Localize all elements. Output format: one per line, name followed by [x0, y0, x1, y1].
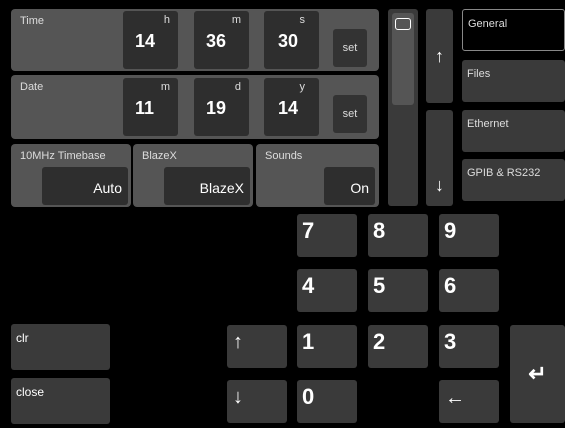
- key-2-label: 2: [373, 329, 386, 354]
- date-month-unit: m: [160, 81, 170, 93]
- arrow-down-icon: ↓: [233, 386, 243, 408]
- blazex-select[interactable]: BlazeX: [164, 167, 250, 205]
- time-panel: Time h 14 m 36 s 30 set: [11, 9, 379, 71]
- blazex-value: BlazeX: [199, 180, 244, 196]
- date-day-value: 19: [206, 98, 227, 118]
- date-year-unit: y: [299, 81, 306, 93]
- date-year-field[interactable]: y 14: [264, 78, 319, 136]
- seconds-field[interactable]: s 30: [264, 11, 319, 69]
- scroll-up-button[interactable]: ↑: [426, 9, 453, 103]
- key-8[interactable]: 8: [368, 214, 428, 257]
- nav-gpib-label: GPIB & RS232: [467, 167, 541, 179]
- key-7[interactable]: 7: [297, 214, 357, 257]
- sounds-panel: Sounds On: [256, 144, 379, 207]
- date-day-field[interactable]: d 19: [194, 78, 249, 136]
- key-4-label: 4: [302, 273, 315, 298]
- sounds-toggle[interactable]: On: [324, 167, 375, 205]
- key-8-label: 8: [373, 218, 386, 243]
- timebase-panel: 10MHz Timebase Auto: [11, 144, 131, 207]
- key-3-label: 3: [444, 329, 457, 354]
- key-1[interactable]: 1: [297, 325, 357, 368]
- time-label: Time: [20, 15, 45, 27]
- scroll-thumb[interactable]: [392, 13, 414, 105]
- date-panel: Date m 11 d 19 y 14 set: [11, 75, 379, 139]
- key-2[interactable]: 2: [368, 325, 428, 368]
- sounds-label: Sounds: [265, 150, 303, 162]
- sounds-value: On: [350, 180, 369, 196]
- backspace-button[interactable]: ←: [439, 380, 499, 423]
- key-6-label: 6: [444, 273, 457, 298]
- scroll-thumb-grip-icon: [395, 18, 411, 30]
- nav-ethernet-label: Ethernet: [467, 118, 509, 130]
- scroll-down-button[interactable]: ↓: [426, 110, 453, 206]
- blazex-label: BlazeX: [142, 150, 177, 162]
- nav-files[interactable]: Files: [462, 60, 565, 102]
- enter-icon: ↵: [528, 361, 547, 386]
- nav-files-label: Files: [467, 68, 491, 80]
- minutes-value: 36: [206, 31, 227, 51]
- minutes-unit: m: [231, 14, 241, 26]
- key-7-label: 7: [302, 218, 315, 243]
- key-0-label: 0: [302, 384, 315, 409]
- date-month-value: 11: [135, 98, 155, 118]
- minutes-field[interactable]: m 36: [194, 11, 249, 69]
- key-9[interactable]: 9: [439, 214, 499, 257]
- date-label: Date: [20, 81, 44, 93]
- timebase-value: Auto: [93, 180, 122, 196]
- hours-field[interactable]: h 14: [123, 11, 178, 69]
- nav-gpib-rs232[interactable]: GPIB & RS232: [462, 159, 565, 201]
- arrow-down-icon: ↓: [435, 175, 444, 195]
- timebase-select[interactable]: Auto: [42, 167, 128, 205]
- key-0[interactable]: 0: [297, 380, 357, 423]
- nav-general-label: General: [468, 18, 508, 30]
- key-5-label: 5: [373, 273, 386, 298]
- close-label: close: [16, 385, 45, 399]
- blazex-panel: BlazeX BlazeX: [133, 144, 253, 207]
- key-1-label: 1: [302, 329, 315, 354]
- nav-ethernet[interactable]: Ethernet: [462, 110, 565, 152]
- date-year-value: 14: [278, 98, 299, 118]
- arrow-up-icon: ↑: [233, 331, 243, 353]
- backspace-arrow-icon: ←: [445, 387, 465, 409]
- arrow-up-icon: ↑: [435, 45, 444, 66]
- date-set-button[interactable]: set: [333, 95, 367, 133]
- hours-value: 14: [135, 31, 156, 51]
- key-3[interactable]: 3: [439, 325, 499, 368]
- date-day-unit: d: [234, 81, 241, 93]
- scrollbar-track[interactable]: [388, 9, 418, 206]
- key-6[interactable]: 6: [439, 269, 499, 312]
- seconds-value: 30: [278, 31, 299, 51]
- key-4[interactable]: 4: [297, 269, 357, 312]
- enter-button[interactable]: ↵: [510, 325, 565, 423]
- timebase-label: 10MHz Timebase: [20, 150, 106, 162]
- clr-label: clr: [16, 331, 29, 345]
- close-button[interactable]: close: [11, 378, 110, 424]
- cursor-down-button[interactable]: ↓: [227, 380, 287, 423]
- seconds-unit: s: [299, 14, 306, 26]
- time-set-button[interactable]: set: [333, 29, 367, 67]
- date-month-field[interactable]: m 11: [123, 78, 178, 136]
- clr-button[interactable]: clr: [11, 324, 110, 370]
- key-9-label: 9: [444, 218, 457, 243]
- key-5[interactable]: 5: [368, 269, 428, 312]
- cursor-up-button[interactable]: ↑: [227, 325, 287, 368]
- nav-general[interactable]: General: [462, 9, 565, 51]
- hours-unit: h: [163, 14, 170, 26]
